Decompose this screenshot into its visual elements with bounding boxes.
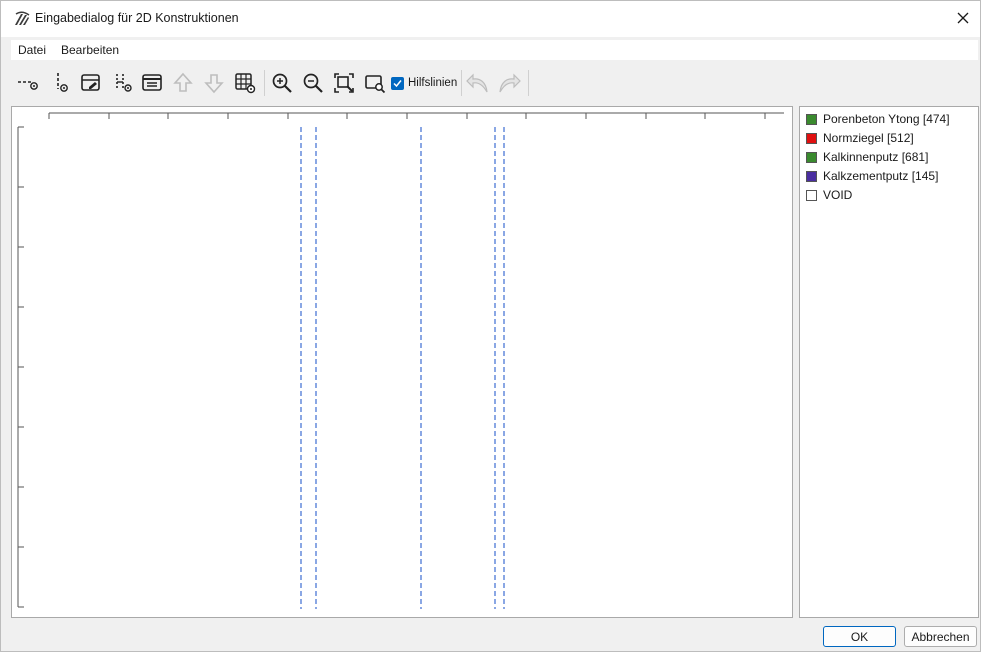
legend-swatch [806, 170, 817, 182]
grid-gear-icon [235, 73, 256, 94]
left-ruler [17, 126, 24, 608]
legend-label: Porenbeton Ytong [474] [823, 112, 950, 126]
menu-bearbeiten[interactable]: Bearbeiten [61, 43, 119, 57]
redo-button[interactable] [497, 71, 521, 95]
legend-label: Normziegel [512] [823, 131, 914, 145]
title-bar: Eingabedialog für 2D Konstruktionen [1, 1, 980, 37]
legend-label: Kalkzementputz [145] [823, 169, 939, 183]
legend-label: VOID [823, 188, 853, 202]
legend-swatch [806, 151, 817, 163]
undo-icon [466, 73, 488, 93]
legend-swatch [806, 132, 817, 144]
zoom-in-icon [272, 73, 292, 93]
add-vertical-line-button[interactable] [49, 71, 73, 95]
legend-swatch [806, 189, 817, 201]
layer-split-icon [116, 74, 132, 92]
dialog-window: Eingabedialog für 2D Konstruktionen Date… [0, 0, 981, 652]
window-title: Eingabedialog für 2D Konstruktionen [35, 11, 239, 25]
undo-button[interactable] [466, 71, 490, 95]
edit-layer-button[interactable] [79, 71, 103, 95]
zoom-fit-icon [334, 73, 354, 93]
drawing-canvas[interactable] [11, 106, 793, 618]
ok-button[interactable]: OK [823, 626, 896, 647]
hilfslinien-label: Hilfslinien [408, 77, 458, 89]
legend-item[interactable]: Porenbeton Ytong [474] [806, 111, 950, 127]
list-box-icon [142, 74, 162, 91]
horizontal-line-add-icon [18, 81, 38, 90]
arrow-up-icon [173, 72, 193, 92]
hilfslinien-toggle[interactable]: Hilfslinien [391, 75, 457, 91]
toolbar: Hilfslinien [11, 67, 551, 99]
toolbar-separator [461, 70, 462, 96]
zoom-in-button[interactable] [270, 71, 294, 95]
close-button[interactable] [946, 1, 980, 35]
zoom-out-button[interactable] [301, 71, 325, 95]
grid-settings-button[interactable] [233, 71, 257, 95]
legend-item[interactable]: VOID [806, 187, 852, 203]
toolbar-separator [528, 70, 529, 96]
guide-lines [300, 127, 505, 609]
move-down-button[interactable] [202, 71, 226, 95]
add-horizontal-line-button[interactable] [16, 71, 40, 95]
vertical-line-add-icon [57, 73, 68, 92]
move-up-button[interactable] [171, 71, 195, 95]
zoom-out-icon [303, 73, 323, 93]
menu-bar: Datei Bearbeiten [11, 40, 978, 60]
layer-edit-icon [81, 74, 100, 91]
menu-datei[interactable]: Datei [18, 43, 46, 57]
arrow-down-icon [204, 74, 224, 94]
legend-item[interactable]: Kalkinnenputz [681] [806, 149, 928, 165]
zoom-window-button[interactable] [363, 71, 387, 95]
split-layer-button[interactable] [111, 71, 135, 95]
redo-icon [499, 73, 521, 93]
checkmark-icon [393, 79, 402, 87]
material-list-button[interactable] [140, 71, 164, 95]
material-legend: Porenbeton Ytong [474] Normziegel [512] … [799, 106, 979, 618]
app-logo-icon [13, 10, 31, 28]
cancel-button[interactable]: Abbrechen [904, 626, 977, 647]
legend-label: Kalkinnenputz [681] [823, 150, 929, 164]
toolbar-separator [264, 70, 265, 96]
legend-item[interactable]: Normziegel [512] [806, 130, 914, 146]
legend-swatch [806, 113, 817, 125]
top-ruler [48, 112, 784, 119]
legend-item[interactable]: Kalkzementputz [145] [806, 168, 938, 184]
zoom-window-icon [365, 75, 386, 94]
zoom-fit-button[interactable] [332, 71, 356, 95]
hilfslinien-checkbox[interactable] [391, 76, 404, 90]
close-icon [957, 12, 969, 24]
